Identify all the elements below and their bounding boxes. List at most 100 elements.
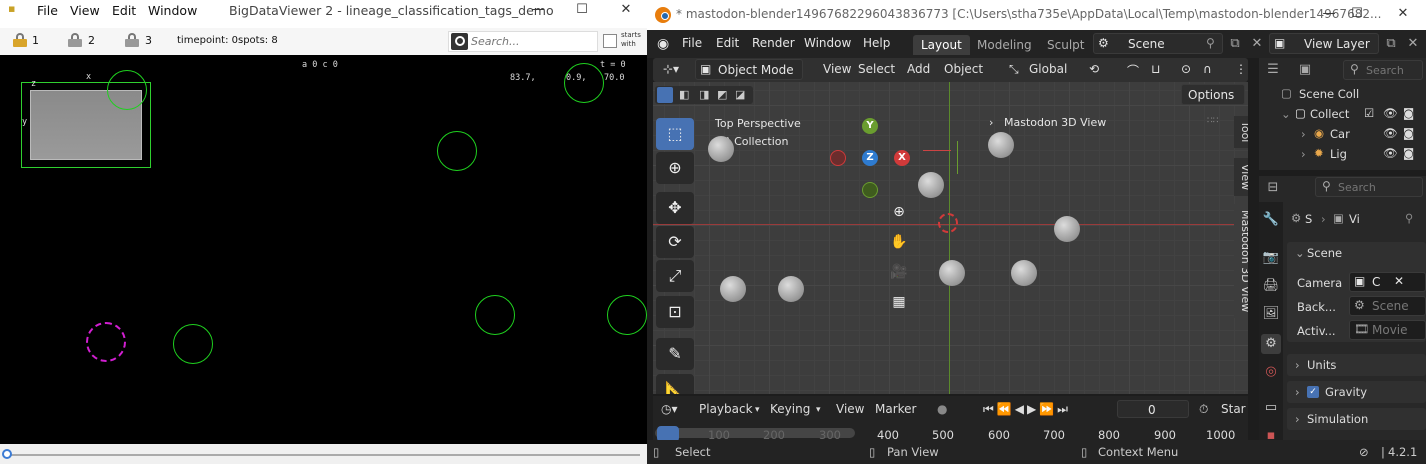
delete-scene-icon[interactable]: ✕	[1247, 34, 1267, 54]
header-view[interactable]: View	[823, 62, 851, 76]
spot-sphere[interactable]	[778, 276, 804, 302]
timeline-marker[interactable]: Marker	[875, 402, 916, 416]
zoom-icon[interactable]: ⊕	[887, 200, 911, 224]
chevron-right-icon[interactable]: ›	[1301, 147, 1306, 161]
chevron-down-icon[interactable]: ⌄	[1295, 246, 1305, 260]
checkbox-icon[interactable]: ☑	[1364, 106, 1374, 120]
simulation-panel[interactable]: › Simulation	[1287, 408, 1426, 430]
spot[interactable]	[607, 295, 647, 335]
bdv-menu-window[interactable]: Window	[148, 3, 197, 18]
pan-hand-icon[interactable]: ✋	[887, 230, 911, 254]
blender-menu-icon[interactable]: ◉	[657, 36, 669, 52]
eye-icon[interactable]: 👁	[1383, 106, 1398, 120]
chevron-down-icon[interactable]: ⌄	[1281, 107, 1291, 121]
select-new-icon[interactable]	[657, 87, 673, 103]
properties-search-input[interactable]	[1338, 181, 1418, 194]
starts-with-checkbox[interactable]	[603, 34, 617, 48]
slider-knob[interactable]	[2, 449, 12, 459]
falloff-icon[interactable]: ∩	[1203, 62, 1212, 76]
close-icon[interactable]: ✕	[610, 0, 642, 20]
lock-3-icon[interactable]	[125, 33, 139, 47]
more-icon[interactable]: ⋮	[1235, 62, 1247, 76]
spot-sphere[interactable]	[1054, 216, 1080, 242]
outliner-editor-icon[interactable]: ☰	[1263, 60, 1283, 80]
sidebar-tab-mastodon[interactable]: Mastodon 3D View	[1234, 204, 1248, 318]
rotate-tool[interactable]: ⟳	[656, 226, 694, 258]
timeline-keying[interactable]: Keying	[770, 402, 810, 416]
menu-edit[interactable]: Edit	[716, 36, 739, 50]
camera-item-label[interactable]: Car	[1330, 127, 1350, 141]
annotate-tool[interactable]: ✎	[656, 338, 694, 370]
minimize-icon[interactable]: —	[522, 0, 554, 20]
properties-editor-icon[interactable]: ⊟	[1263, 178, 1283, 198]
scene-collection-label[interactable]: Scene Coll	[1299, 87, 1359, 101]
timeline-view[interactable]: View	[836, 402, 864, 416]
selected-spot[interactable]	[86, 322, 126, 362]
select-subtract-icon[interactable]: ◨	[699, 88, 709, 101]
select-invert-icon[interactable]: ◩	[717, 88, 727, 101]
gizmo-x-axis[interactable]: X	[894, 150, 910, 166]
current-frame-field[interactable]: 0	[1117, 400, 1189, 418]
spot-sphere[interactable]	[918, 172, 944, 198]
new-view-layer-icon[interactable]: ⧉	[1381, 34, 1401, 54]
bdv-menu-view[interactable]: View	[70, 3, 100, 18]
spot-sphere[interactable]	[939, 260, 965, 286]
pin-icon[interactable]: ⚲	[1206, 36, 1215, 50]
tool-tab-icon[interactable]: 🔧	[1261, 210, 1281, 230]
render-tab-icon[interactable]: 📷	[1261, 248, 1281, 268]
maximize-icon[interactable]: ☐	[566, 0, 598, 20]
delete-view-layer-icon[interactable]: ✕	[1403, 34, 1423, 54]
addon-panel-chevron-icon[interactable]: ›	[989, 116, 993, 129]
world-tab-icon[interactable]: ◎	[1261, 362, 1281, 382]
snap-target-icon[interactable]: ⊔	[1151, 62, 1160, 76]
properties-search[interactable]: ⚲	[1315, 177, 1423, 197]
options-dropdown[interactable]: Options	[1181, 84, 1245, 105]
camera-render-icon[interactable]: ◙	[1403, 126, 1414, 140]
header-object[interactable]: Object	[944, 62, 983, 76]
camera-field[interactable]: ▣ C ✕	[1349, 272, 1426, 292]
gizmo-neg-x-axis[interactable]	[830, 150, 846, 166]
tab-sculpt[interactable]: Sculpt	[1039, 35, 1092, 55]
bdv-search-input[interactable]	[471, 34, 595, 49]
view-layer-selector[interactable]: ▣ View Layer	[1269, 33, 1379, 54]
eye-icon[interactable]: 👁	[1383, 146, 1398, 160]
scene-tab-icon[interactable]: ⚙	[1261, 334, 1281, 354]
camera-render-icon[interactable]: ◙	[1403, 106, 1414, 120]
background-field[interactable]: ⚙ Scene	[1349, 296, 1426, 316]
measure-tool[interactable]: 📐	[656, 374, 694, 394]
bdv-canvas[interactable]: x y z a 0 c 0 83.7, 0.9, 70.0 t = 0	[0, 55, 647, 444]
tab-modeling[interactable]: Modeling	[969, 35, 1040, 55]
spot-sphere[interactable]	[988, 132, 1014, 158]
editor-type-icon[interactable]: ⊹▾	[663, 62, 679, 76]
menu-render[interactable]: Render	[752, 36, 795, 50]
sidebar-tab-view[interactable]: View	[1234, 158, 1248, 196]
menu-window[interactable]: Window	[804, 36, 851, 50]
panel-drag-icon[interactable]: ∷∷	[1207, 116, 1218, 126]
new-scene-icon[interactable]: ⧉	[1225, 34, 1245, 54]
maximize-icon[interactable]: ☐	[1341, 4, 1373, 24]
spot[interactable]	[173, 324, 213, 364]
move-tool[interactable]: ✥	[656, 192, 694, 224]
close-icon[interactable]: ✕	[1387, 4, 1419, 24]
tab-layout[interactable]: Layout	[913, 35, 970, 55]
menu-help[interactable]: Help	[863, 36, 890, 50]
pin-icon[interactable]: ⚲	[1405, 211, 1413, 225]
camera-render-icon[interactable]: ◙	[1403, 146, 1414, 160]
outliner-search-input[interactable]	[1366, 64, 1420, 77]
collection-tab-icon[interactable]: ▭	[1261, 398, 1281, 418]
gizmo-y-axis[interactable]: Y	[862, 118, 878, 134]
cursor-tool[interactable]: ⊕	[656, 152, 694, 184]
units-panel[interactable]: › Units	[1287, 354, 1426, 376]
spot-sphere[interactable]	[708, 136, 734, 162]
gravity-panel[interactable]: › ✓ Gravity	[1287, 381, 1426, 403]
spot-sphere[interactable]	[1011, 260, 1037, 286]
active-clip-field[interactable]: 🎞 Movie	[1349, 320, 1426, 340]
camera-view-icon[interactable]: 🎥	[887, 260, 911, 284]
spot[interactable]	[437, 131, 477, 171]
menu-file[interactable]: File	[682, 36, 702, 50]
collection-label[interactable]: Collect	[1310, 107, 1349, 121]
chevron-right-icon[interactable]: ›	[1301, 127, 1306, 141]
outliner-search[interactable]: ⚲	[1343, 60, 1423, 80]
search-icon[interactable]	[451, 33, 468, 50]
gizmo-z-axis[interactable]: Z	[862, 150, 878, 166]
